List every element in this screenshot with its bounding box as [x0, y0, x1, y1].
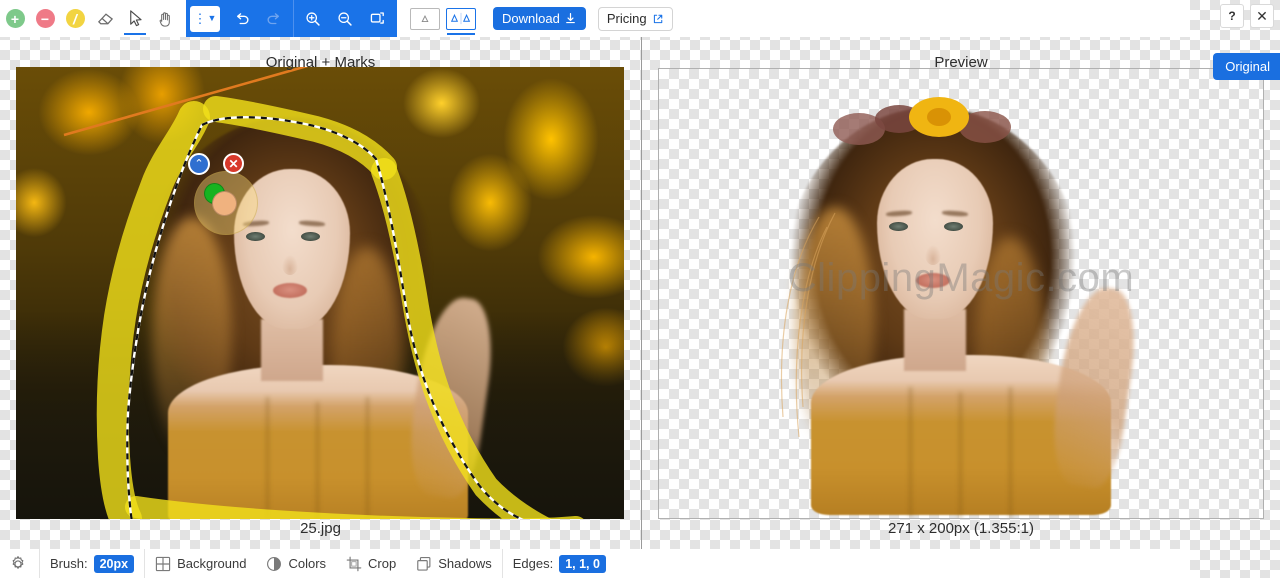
original-pane: Original + Marks ⌃ ✕ 25.jpg	[0, 37, 641, 549]
cutout-subject	[759, 87, 1179, 518]
background-label: Background	[177, 556, 247, 571]
toolbar-divider	[293, 0, 294, 37]
shadows-label: Shadows	[438, 556, 492, 571]
zoom-out-icon	[338, 11, 352, 26]
edges-control[interactable]: Edges: 1, 1, 0	[503, 549, 616, 578]
undo-button[interactable]	[226, 4, 258, 34]
hair-tool-widget[interactable]: ⌃ ✕	[171, 153, 431, 265]
eraser-icon	[97, 13, 113, 25]
cursor-arrow-icon	[129, 10, 142, 27]
undo-icon	[237, 12, 249, 24]
redo-button[interactable]	[258, 4, 290, 34]
close-button[interactable]: ✕	[1250, 4, 1274, 28]
widget-delete-button[interactable]: ✕	[223, 153, 244, 174]
remove-tool-button[interactable]: −	[30, 2, 60, 35]
add-tool-button[interactable]: +	[0, 2, 30, 35]
pane-divider[interactable]	[641, 37, 642, 549]
close-icon: ✕	[1256, 7, 1268, 24]
edges-label: Edges:	[512, 556, 554, 571]
top-toolbar: + − / ⋮ ▼ Download Pricing	[0, 0, 1190, 37]
brush-label: Brush:	[50, 556, 88, 571]
dress-fold	[266, 397, 269, 517]
pan-tool-button[interactable]	[150, 2, 180, 35]
original-toggle-badge[interactable]: Original	[1213, 53, 1280, 80]
pricing-button[interactable]: Pricing	[597, 6, 673, 31]
brush-tool-group: + − /	[0, 0, 180, 37]
pricing-label: Pricing	[606, 11, 647, 26]
zoom-out-button[interactable]	[329, 4, 361, 34]
edges-value[interactable]: 1, 1, 0	[559, 554, 606, 573]
preview-dimensions-caption: 271 x 200px (1.355:1)	[888, 520, 1034, 537]
editor-window: + − / ⋮ ▼ Download Pricing ? ✕ Original …	[0, 0, 1280, 578]
crop-label: Crop	[368, 556, 397, 571]
dress-fold	[909, 387, 912, 517]
settings-button[interactable]	[0, 549, 39, 578]
view-split-button[interactable]	[446, 7, 476, 30]
tool-options-menu-button[interactable]: ⋮ ▼	[190, 5, 220, 32]
split-pane-icon	[450, 12, 471, 25]
widget-collapse-button[interactable]: ⌃	[188, 153, 210, 175]
view-single-button[interactable]	[410, 7, 440, 30]
dress-fold	[959, 392, 962, 518]
cursor-tool-button[interactable]	[120, 2, 150, 35]
fit-to-screen-button[interactable]	[361, 4, 393, 34]
crop-icon	[346, 556, 362, 571]
lips	[916, 273, 950, 288]
flower-crown	[833, 97, 1011, 145]
view-single-wrap	[407, 2, 443, 35]
dress-fold	[366, 397, 369, 519]
kebab-icon: ⋮	[193, 11, 207, 26]
lips	[273, 283, 307, 298]
eye-left	[889, 222, 908, 231]
preview-canvas[interactable]: ClippingMagic.com	[658, 68, 1264, 519]
colors-button[interactable]: Colors	[256, 549, 336, 578]
background-icon	[155, 556, 171, 571]
nose	[925, 245, 941, 265]
zoom-in-icon	[306, 11, 320, 26]
widget-drag-handle[interactable]	[212, 191, 237, 216]
erase-tool-button[interactable]	[90, 2, 120, 35]
colors-icon	[267, 556, 282, 571]
brush-size-value[interactable]: 20px	[93, 554, 135, 573]
chevron-down-icon: ▼	[207, 13, 217, 23]
external-link-icon	[653, 14, 662, 23]
close-icon: ✕	[228, 156, 239, 171]
preview-pane: Preview ClippingMagic.com Original 271 x…	[642, 37, 1280, 549]
window-controls: ? ✕	[1220, 4, 1274, 28]
history-zoom-group: ⋮ ▼	[186, 0, 397, 37]
download-button[interactable]: Download	[493, 7, 586, 30]
original-image-canvas[interactable]: ⌃ ✕	[16, 67, 624, 519]
dress-fold	[316, 402, 319, 519]
minus-circle-icon: −	[35, 9, 55, 28]
gear-icon	[12, 555, 24, 569]
slash-circle-icon: /	[65, 9, 85, 28]
background-button[interactable]: Background	[145, 549, 256, 578]
original-filename-caption: 25.jpg	[300, 520, 341, 537]
eye-right	[944, 222, 963, 231]
chevron-up-icon: ⌃	[194, 157, 204, 170]
hair-wisps-left	[780, 212, 836, 438]
dress-fold	[1009, 387, 1012, 518]
question-mark-icon: ?	[1228, 9, 1236, 23]
plus-circle-icon: +	[5, 9, 25, 28]
crop-button[interactable]: Crop	[336, 549, 406, 578]
hair-tool-button[interactable]: /	[60, 2, 90, 35]
bottom-toolbar: Brush: 20px Background Colors Crop Shado…	[0, 549, 1190, 578]
colors-label: Colors	[288, 556, 327, 571]
view-split-wrap	[443, 2, 479, 35]
single-pane-icon	[421, 14, 429, 22]
brush-size-control[interactable]: Brush: 20px	[40, 549, 144, 578]
zoom-in-button[interactable]	[297, 4, 329, 34]
hand-icon	[159, 12, 170, 27]
fit-to-screen-icon	[370, 12, 384, 24]
download-label: Download	[502, 11, 560, 26]
help-button[interactable]: ?	[1220, 4, 1244, 28]
redo-icon	[267, 12, 279, 24]
shadows-icon	[417, 556, 431, 571]
view-mode-group	[407, 0, 479, 37]
download-icon	[565, 13, 575, 24]
shadows-button[interactable]: Shadows	[406, 549, 501, 578]
